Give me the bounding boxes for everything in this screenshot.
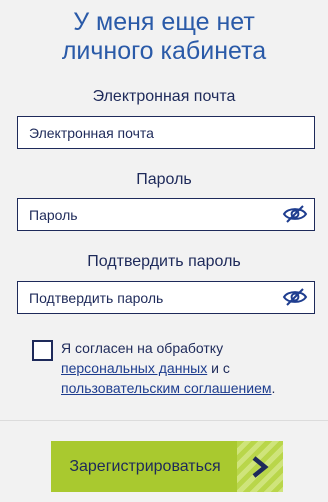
consent-text-before: Я согласен на обработку [61, 340, 224, 356]
register-button-label: Зарегистрироваться [69, 458, 221, 475]
eye-slash-icon[interactable] [282, 204, 308, 224]
confirm-password-field[interactable] [18, 282, 314, 313]
email-field[interactable] [18, 117, 314, 148]
password-field[interactable] [18, 199, 314, 230]
email-label: Электронная почта [92, 88, 236, 105]
password-field-wrapper [17, 198, 315, 231]
user-agreement-link[interactable]: пользовательским соглашением [61, 380, 272, 396]
chevron-right-icon [252, 456, 269, 478]
email-field-wrapper [17, 116, 315, 149]
confirm-password-field-wrapper [17, 281, 315, 314]
register-arrow-zone [237, 441, 283, 492]
page-title: У меня еще нет личного кабинета [0, 8, 328, 66]
register-button[interactable]: Зарегистрироваться [51, 441, 283, 492]
eye-slash-icon[interactable] [282, 287, 308, 307]
divider [0, 420, 328, 421]
password-label: Пароль [136, 171, 192, 188]
confirm-password-label: Подтвердить пароль [87, 253, 241, 270]
title-line-2: личного кабинета [61, 37, 267, 65]
personal-data-link[interactable]: персональных данных [61, 360, 207, 376]
consent-text-middle: и с [207, 360, 230, 376]
consent-text-after: . [271, 380, 276, 396]
consent-checkbox[interactable] [32, 340, 53, 361]
title-line-1: У меня еще нет [73, 8, 255, 36]
registration-panel: У меня еще нет личного кабинета Электрон… [0, 0, 328, 502]
consent-text: Я согласен на обработку персональных дан… [61, 338, 306, 398]
